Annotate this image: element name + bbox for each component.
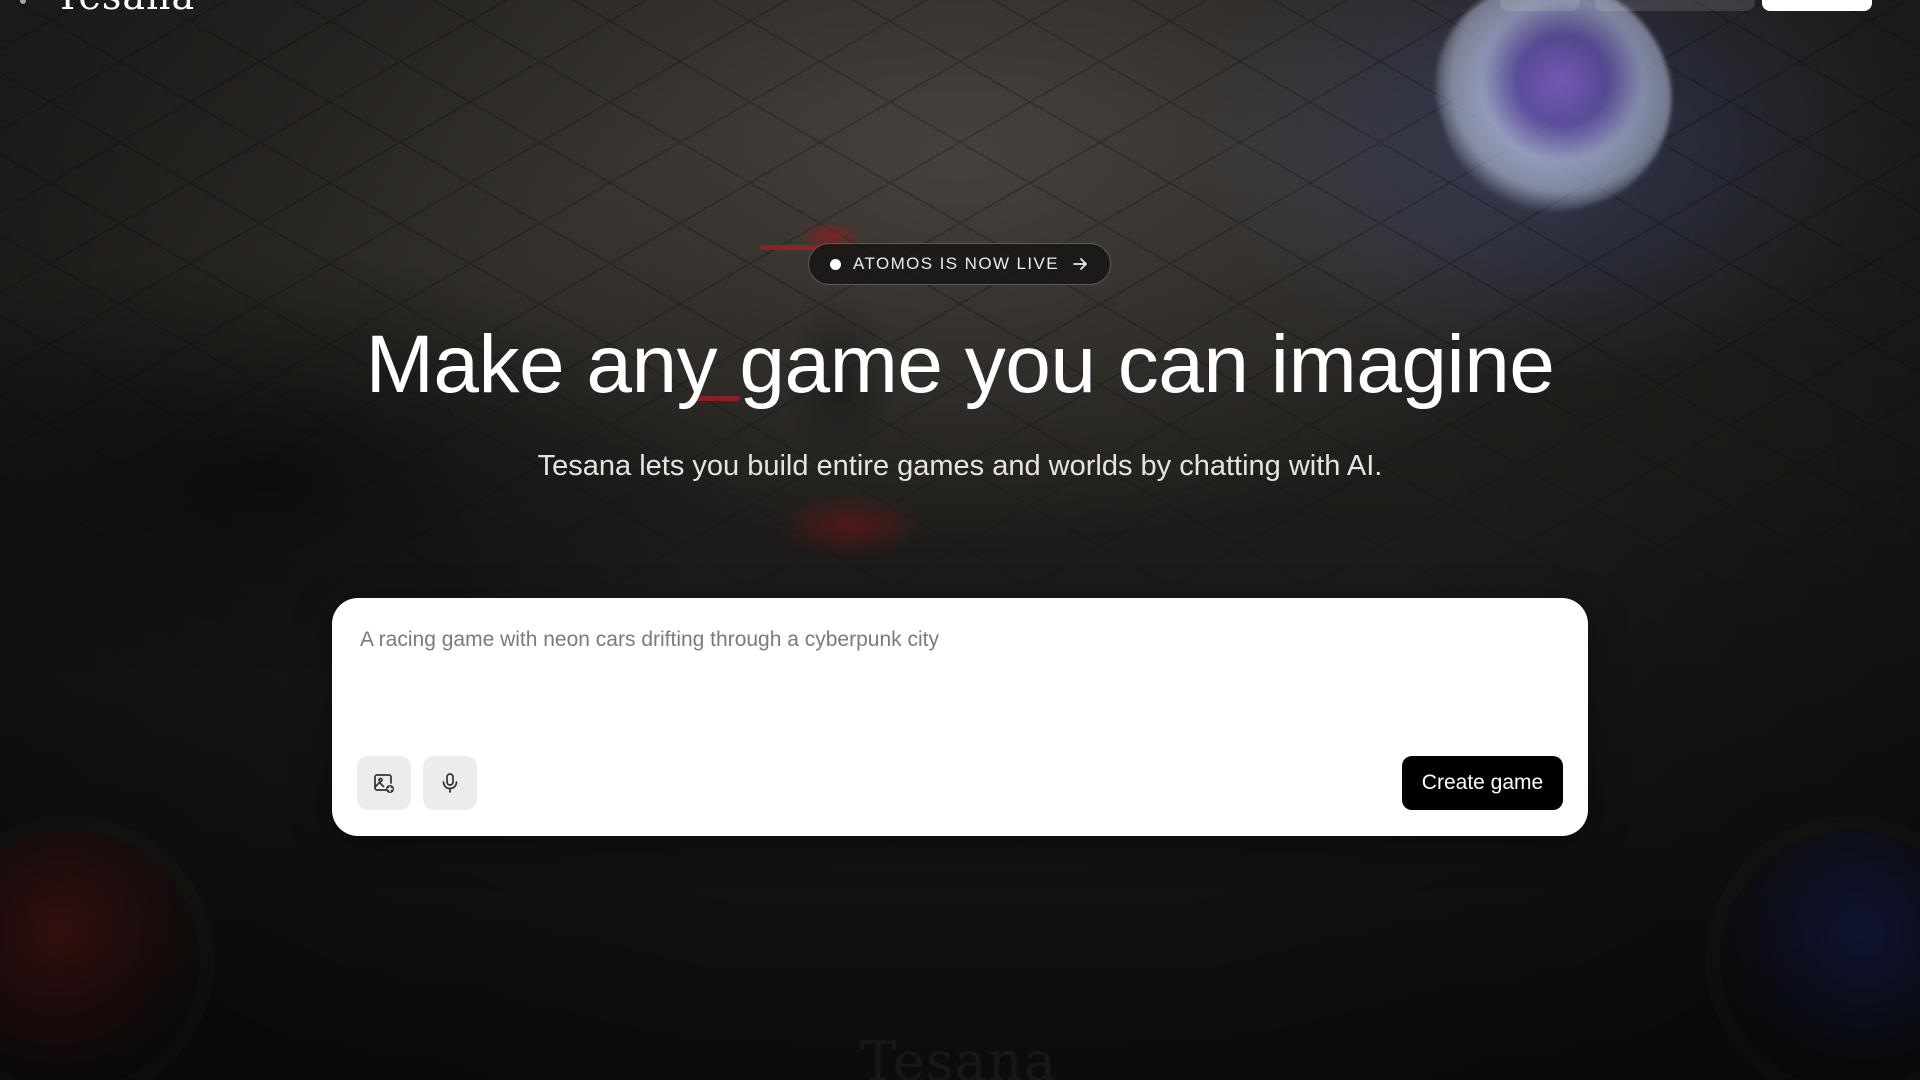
nav-cta-button[interactable] <box>1762 0 1872 11</box>
live-dot-icon <box>830 258 842 270</box>
microphone-icon <box>438 771 462 795</box>
voice-input-button[interactable] <box>423 756 477 810</box>
nav-button[interactable] <box>1500 0 1580 11</box>
landing-page: Tesana Tesana ATOMOS IS NOW LIVE Make an… <box>0 0 1920 1080</box>
announcement-badge[interactable]: ATOMOS IS NOW LIVE <box>808 243 1111 285</box>
background-watermark: Tesana <box>860 1030 1057 1080</box>
page-title: Make any game you can imagine <box>365 319 1555 410</box>
background-vignette <box>0 0 1920 1080</box>
add-image-button[interactable] <box>357 756 411 810</box>
create-game-button[interactable]: Create game <box>1402 756 1563 810</box>
prompt-card: Create game <box>332 598 1588 836</box>
image-add-icon <box>372 771 396 795</box>
arrow-right-icon <box>1071 255 1089 273</box>
announcement-label: ATOMOS IS NOW LIVE <box>853 254 1059 273</box>
game-prompt-input[interactable] <box>360 626 1555 726</box>
nav-button[interactable] <box>1595 0 1755 11</box>
page-subtitle: Tesana lets you build entire games and w… <box>537 450 1383 482</box>
brand-logo[interactable]: Tesana <box>55 0 195 18</box>
